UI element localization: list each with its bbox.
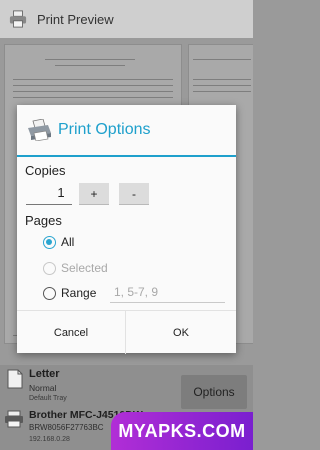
increment-button[interactable]: +	[79, 183, 109, 205]
paper-tray: Default Tray	[29, 395, 67, 402]
print-options-dialog: Print Options Copies 1 + - Pages All Sel…	[17, 105, 236, 354]
copies-label: Copies	[25, 163, 66, 178]
paper-size[interactable]: Letter	[29, 368, 60, 380]
watermark-logo: MYAPKS.COM	[111, 412, 253, 450]
radio-range[interactable]	[43, 287, 56, 300]
dialog-divider	[17, 155, 236, 157]
radio-selected-label: Selected	[61, 261, 108, 275]
printer-icon	[9, 10, 27, 28]
pages-label: Pages	[25, 213, 62, 228]
options-button[interactable]: Options	[181, 375, 247, 409]
decrement-button[interactable]: -	[119, 183, 149, 205]
print-quality: Normal	[29, 383, 57, 393]
cancel-button[interactable]: Cancel	[17, 311, 126, 354]
copies-input[interactable]: 1	[26, 181, 72, 205]
dialog-title: Print Options	[58, 121, 151, 138]
radio-all-label[interactable]: All	[61, 235, 74, 249]
radio-all[interactable]	[43, 236, 56, 249]
radio-selected	[43, 262, 56, 275]
dialog-button-row: Cancel OK	[17, 310, 236, 354]
dialog-header: Print Options	[17, 105, 236, 155]
printer-ip: 192.168.0.28	[29, 436, 70, 443]
paper-icon	[7, 369, 23, 389]
range-input[interactable]: 1, 5-7, 9	[110, 282, 225, 303]
app-bar: Print Preview	[0, 0, 253, 38]
printer-serial: BRW8056F27763BC	[29, 423, 104, 432]
printer-icon	[28, 119, 51, 141]
printer-icon	[5, 410, 23, 428]
ok-button[interactable]: OK	[126, 311, 236, 354]
page-title: Print Preview	[37, 11, 114, 27]
radio-range-label[interactable]: Range	[61, 286, 96, 300]
